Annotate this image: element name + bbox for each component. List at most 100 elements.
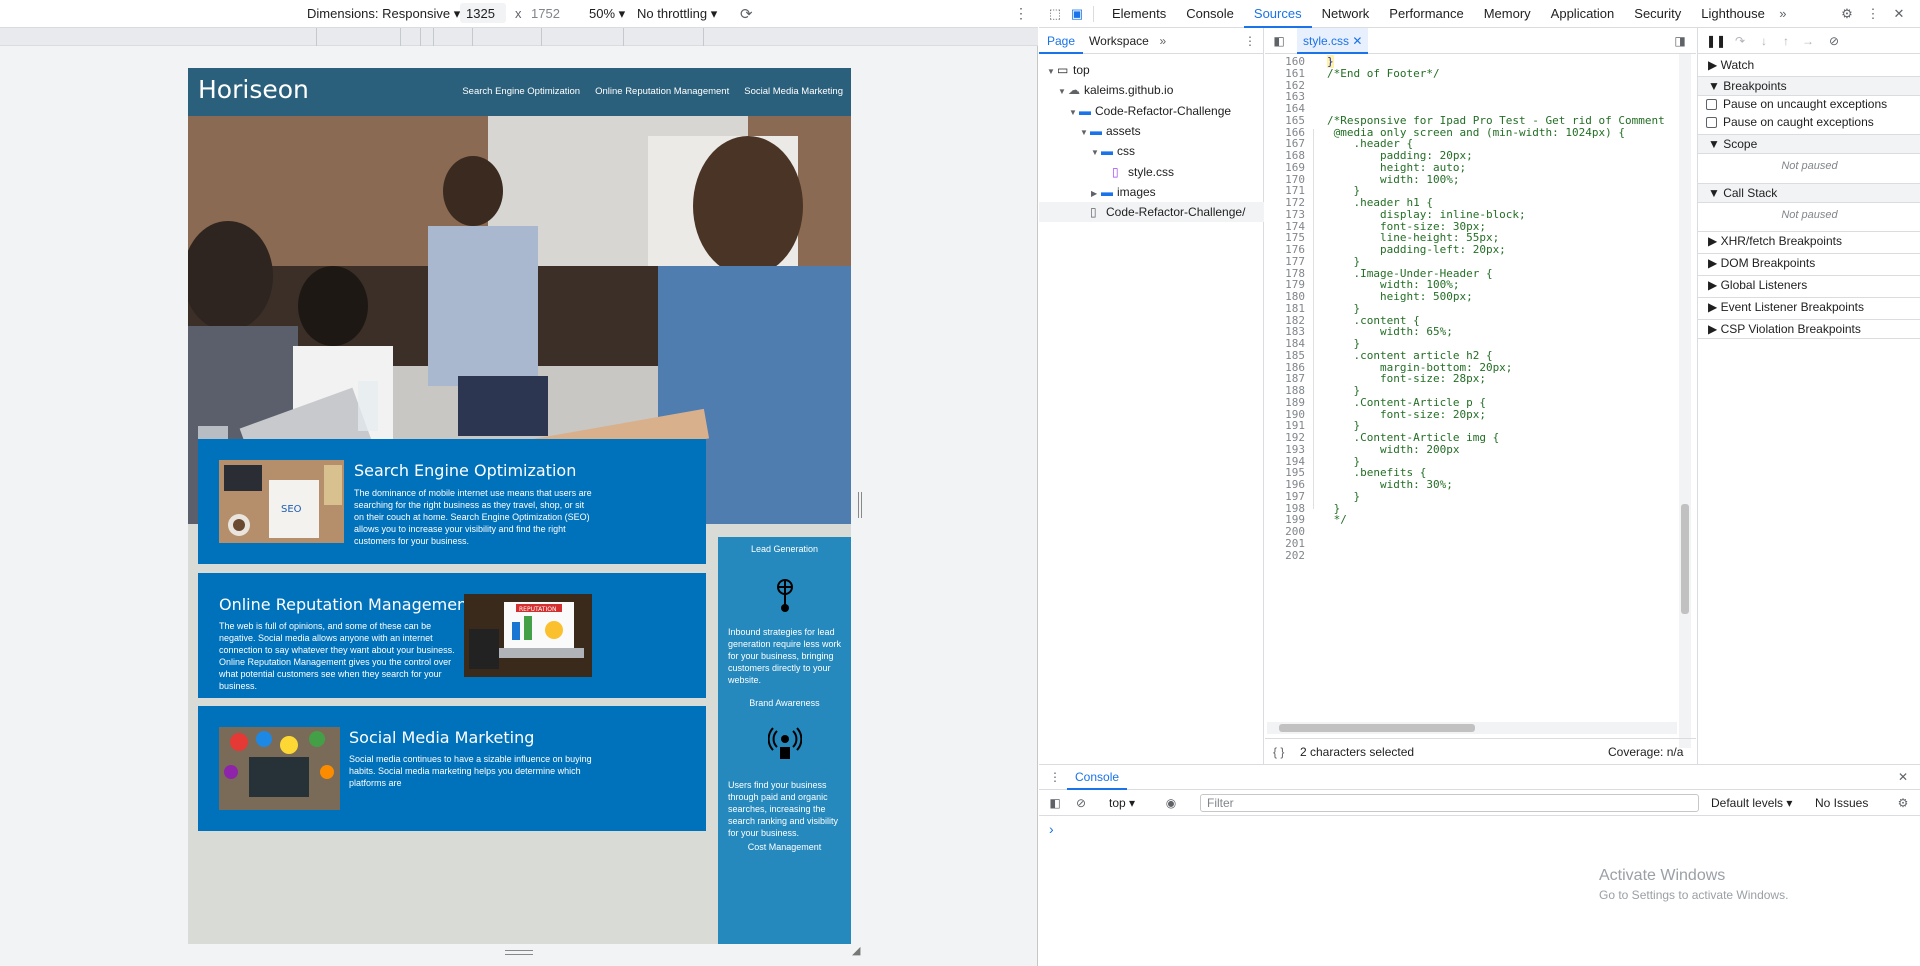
pause-uncaught-checkbox[interactable] — [1706, 99, 1717, 111]
zoom-dropdown[interactable]: 50% ▾ — [589, 6, 625, 22]
tree-item[interactable]: ▼ ▬ assets — [1039, 121, 1264, 141]
breakpoints-section[interactable]: ▼ Breakpoints — [1698, 76, 1920, 96]
drawer-menu-icon[interactable]: ⋮ — [1047, 769, 1063, 785]
resize-corner-icon[interactable]: ◢ — [852, 944, 860, 957]
console-prompt[interactable]: › — [1049, 821, 1054, 837]
pause-caught-label: Pause on caught exceptions — [1723, 115, 1874, 129]
step-over-icon[interactable]: ↷ — [1732, 33, 1748, 49]
step-out-icon[interactable]: ↑ — [1778, 33, 1794, 49]
deactivate-breakpoints-icon[interactable]: ⊘ — [1826, 33, 1842, 49]
more-tabs-icon[interactable]: » — [1775, 6, 1791, 22]
console-settings-icon[interactable]: ⚙ — [1895, 795, 1911, 811]
editor-status-bar: { } 2 characters selected Coverage: n/a — [1265, 738, 1696, 764]
pause-uncaught-option[interactable]: Pause on uncaught exceptions — [1698, 97, 1920, 111]
dimensions-dropdown[interactable]: Dimensions: Responsive ▾ — [307, 6, 460, 22]
resize-handle-bottom[interactable] — [505, 950, 533, 955]
event-listener-breakpoints-section[interactable]: ▶ Event Listener Breakpoints — [1698, 297, 1920, 314]
nav-link-reputation[interactable]: Online Reputation Management — [595, 86, 729, 97]
file-icon: ▯ — [1090, 205, 1097, 220]
pause-caught-checkbox[interactable] — [1706, 117, 1717, 129]
tab-sources[interactable]: Sources — [1243, 0, 1312, 28]
close-devtools-icon[interactable]: ✕ — [1891, 6, 1907, 22]
coverage-status[interactable]: Coverage: n/a — [1608, 745, 1683, 759]
more-options-icon[interactable]: ⋮ — [1014, 5, 1028, 22]
tab-memory[interactable]: Memory — [1474, 0, 1541, 28]
horizontal-scroll-thumb[interactable] — [1279, 724, 1475, 732]
clear-console-icon[interactable]: ⊘ — [1073, 795, 1089, 811]
scope-section[interactable]: ▼ Scope — [1698, 134, 1920, 154]
step-into-icon[interactable]: ↓ — [1756, 33, 1772, 49]
tab-console[interactable]: Console — [1176, 0, 1244, 28]
tree-item[interactable]: ▯ Code-Refactor-Challenge/ — [1039, 202, 1264, 223]
device-toolbar-icon[interactable]: ▣ — [1069, 6, 1085, 22]
call-stack-section[interactable]: ▼ Call Stack — [1698, 183, 1920, 203]
nav-tab-workspace[interactable]: Workspace — [1083, 28, 1155, 54]
step-icon[interactable]: → — [1800, 33, 1816, 49]
close-file-tab-icon[interactable]: ✕ — [1352, 34, 1362, 48]
media-query-ruler[interactable] — [0, 28, 1038, 46]
more-nav-tabs-icon[interactable]: » — [1155, 33, 1171, 49]
vertical-scrollbar[interactable] — [1679, 54, 1691, 748]
tree-item[interactable]: ▼ ▬ Code-Refactor-Challenge — [1039, 101, 1264, 121]
csp-violation-breakpoints-section[interactable]: ▶ CSP Violation Breakpoints — [1698, 319, 1920, 339]
tree-item[interactable]: ▼ ▭ top — [1039, 60, 1264, 80]
tab-performance[interactable]: Performance — [1379, 0, 1473, 28]
site-nav: Search Engine Optimization Online Reputa… — [462, 86, 843, 97]
file-tab-style-css[interactable]: style.css ✕ — [1297, 27, 1369, 54]
settings-gear-icon[interactable]: ⚙ — [1839, 6, 1855, 22]
issues-counter[interactable]: No Issues — [1815, 796, 1868, 810]
navigator-tabs: Page Workspace » ⋮ — [1039, 28, 1264, 54]
height-input[interactable]: 1752 — [525, 3, 571, 23]
watch-section[interactable]: ▶ Watch — [1698, 58, 1920, 72]
collapse-arrow-icon[interactable]: ▼ — [1047, 62, 1057, 82]
vertical-scroll-thumb[interactable] — [1681, 504, 1689, 614]
tab-network[interactable]: Network — [1312, 0, 1380, 28]
toggle-navigator-icon[interactable]: ◧ — [1271, 33, 1287, 49]
code-area[interactable]: 160} 161/*End of Footer*/162 163 164 165/*Re… — [1265, 54, 1696, 748]
throttling-dropdown[interactable]: No throttling ▾ — [637, 6, 717, 22]
inspect-element-icon[interactable]: ⬚ — [1047, 6, 1063, 22]
code-line[interactable]: /*End of Footer*/ — [1327, 67, 1440, 80]
horizontal-scrollbar[interactable] — [1267, 722, 1677, 734]
tree-item[interactable]: ▯ style.css — [1039, 162, 1264, 182]
log-levels-dropdown[interactable]: Default levels ▾ — [1711, 796, 1792, 810]
global-listeners-section[interactable]: ▶ Global Listeners — [1698, 275, 1920, 292]
toggle-debugger-icon[interactable]: ◨ — [1672, 33, 1688, 49]
pause-icon[interactable]: ❚❚ — [1706, 33, 1726, 49]
tab-security[interactable]: Security — [1624, 0, 1691, 28]
width-input[interactable]: 1325 — [460, 3, 506, 23]
tree-item[interactable]: ▼ ☁ kaleims.github.io — [1039, 80, 1264, 100]
collapse-arrow-icon[interactable]: ▼ — [1091, 143, 1101, 163]
pause-caught-option[interactable]: Pause on caught exceptions — [1698, 115, 1920, 129]
live-expression-eye-icon[interactable]: ◉ — [1163, 795, 1179, 811]
scope-label: Scope — [1723, 137, 1758, 151]
collapse-arrow-icon[interactable]: ▼ — [1069, 103, 1079, 123]
tab-lighthouse[interactable]: Lighthouse — [1691, 0, 1775, 28]
card-social-title: Social Media Marketing — [349, 728, 535, 747]
console-sidebar-icon[interactable]: ◧ — [1047, 795, 1063, 811]
tree-item[interactable]: ▶ ▬ images — [1039, 182, 1264, 202]
navigator-menu-icon[interactable]: ⋮ — [1242, 33, 1258, 49]
close-drawer-icon[interactable]: ✕ — [1895, 769, 1911, 785]
console-filter-input[interactable]: Filter — [1200, 794, 1699, 812]
line-number[interactable]: 202 — [1265, 549, 1305, 562]
code-line[interactable]: */ — [1327, 513, 1347, 526]
customize-menu-icon[interactable]: ⋮ — [1865, 6, 1881, 22]
tree-item[interactable]: ▼ ▬ css — [1039, 141, 1264, 161]
nav-link-seo[interactable]: Search Engine Optimization — [462, 86, 580, 97]
rotate-icon[interactable]: ⟳ — [740, 5, 753, 23]
pretty-print-icon[interactable]: { } — [1273, 745, 1284, 759]
collapse-arrow-icon[interactable]: ▼ — [1058, 82, 1068, 102]
nav-tab-page[interactable]: Page — [1039, 28, 1084, 54]
expand-arrow-icon[interactable]: ▶ — [1091, 184, 1101, 204]
tab-elements[interactable]: Elements — [1102, 0, 1176, 28]
nav-link-social[interactable]: Social Media Marketing — [744, 86, 843, 97]
dom-breakpoints-section[interactable]: ▶ DOM Breakpoints — [1698, 253, 1920, 270]
tab-application[interactable]: Application — [1541, 0, 1625, 28]
collapse-arrow-icon[interactable]: ▼ — [1080, 123, 1090, 143]
resize-handle-right[interactable] — [858, 492, 862, 518]
xhr-breakpoints-section[interactable]: ▶ XHR/fetch Breakpoints — [1698, 231, 1920, 248]
context-dropdown[interactable]: top ▾ — [1109, 796, 1135, 810]
drawer-tab-console[interactable]: Console — [1067, 765, 1128, 790]
site-logo[interactable]: Horiseon — [198, 75, 309, 104]
